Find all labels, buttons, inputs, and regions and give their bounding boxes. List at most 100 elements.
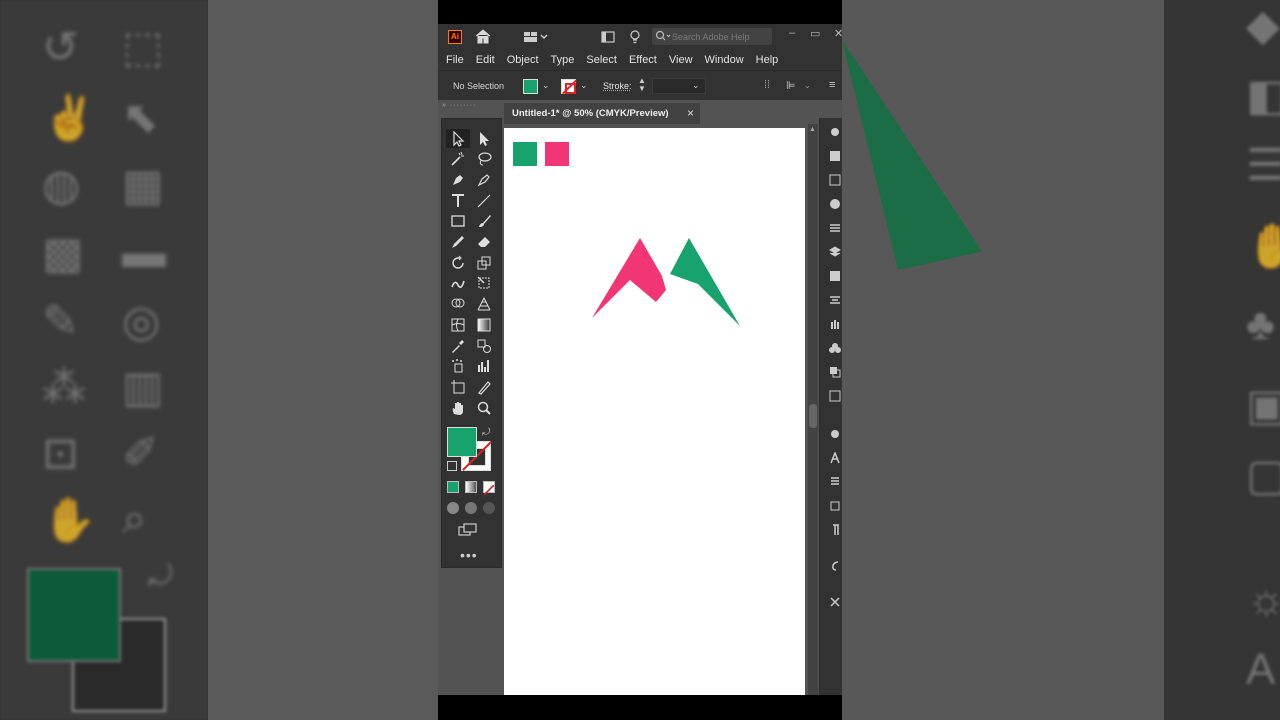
curvature-tool[interactable] (472, 170, 496, 189)
menu-select[interactable]: Select (586, 54, 617, 66)
align-panel-icon[interactable] (829, 294, 841, 306)
menu-view[interactable]: View (669, 54, 693, 66)
close-tab-icon[interactable]: × (687, 106, 694, 120)
scroll-up-icon[interactable]: ▲ (809, 126, 816, 133)
align-dropdown-icon[interactable]: ⌄ (804, 81, 811, 90)
menu-object[interactable]: Object (507, 54, 539, 66)
discover-lightbulb-icon[interactable] (628, 30, 642, 44)
scale-tool[interactable] (472, 253, 496, 272)
menu-help[interactable]: Help (756, 54, 779, 66)
color-guide-icon[interactable] (829, 198, 841, 210)
image-trace-icon[interactable] (829, 390, 841, 402)
fill-color-swatch[interactable] (523, 79, 538, 94)
puppet-warp-icon[interactable] (829, 318, 841, 330)
artboard-tool[interactable] (446, 377, 470, 396)
screen-mode-icon[interactable] (458, 523, 478, 537)
paintbrush-tool[interactable] (472, 212, 496, 231)
appearance-icon[interactable] (829, 428, 841, 440)
selection-tool[interactable] (446, 129, 470, 148)
help-search-box[interactable] (652, 28, 772, 45)
edit-toolbar-icon[interactable]: ••• (460, 547, 478, 563)
blend-tool[interactable] (472, 336, 496, 355)
hand-tool[interactable] (446, 398, 470, 417)
stroke-panel-icon[interactable] (829, 222, 841, 234)
pathfinder-icon[interactable] (829, 366, 841, 378)
minimize-icon[interactable]: – (789, 27, 795, 39)
magic-wand-tool[interactable] (446, 150, 470, 169)
align-icon[interactable]: ⁞⁞ (764, 79, 770, 91)
default-fill-stroke-icon[interactable] (447, 461, 457, 471)
draw-normal-icon[interactable] (447, 502, 459, 514)
column-graph-tool[interactable] (472, 357, 496, 376)
stroke-color-swatch[interactable] (561, 79, 576, 94)
layers-icon[interactable] (829, 246, 841, 258)
free-transform-tool[interactable] (472, 274, 496, 293)
fill-dropdown-chevron-icon[interactable]: ⌄ (542, 80, 550, 91)
menu-window[interactable]: Window (705, 54, 744, 66)
direct-selection-tool[interactable] (472, 129, 496, 148)
transparency-icon[interactable] (829, 270, 841, 282)
help-search-input[interactable] (672, 29, 770, 44)
draw-inside-icon[interactable] (483, 502, 495, 514)
stroke-weight-dropdown-icon[interactable]: ⌄ (692, 80, 700, 91)
green-swatch-square[interactable] (513, 142, 537, 166)
pencil-tool[interactable] (446, 233, 470, 252)
none-mode-icon[interactable] (483, 481, 495, 496)
pink-mountain-shape[interactable] (592, 238, 666, 318)
libraries-icon[interactable] (829, 150, 841, 162)
menu-effect[interactable]: Effect (629, 54, 657, 66)
symbol-sprayer-tool[interactable] (446, 357, 470, 376)
close-window-icon[interactable]: ✕ (834, 27, 843, 40)
fill-swatch[interactable] (447, 427, 477, 457)
slice-tool[interactable] (472, 377, 496, 396)
vertical-scrollbar[interactable]: ▲ (808, 124, 818, 695)
pen-tool[interactable] (446, 170, 470, 189)
character-icon[interactable] (829, 452, 841, 464)
document-tab[interactable]: Untitled-1* @ 50% (CMYK/Preview) × (504, 102, 700, 124)
scrollbar-thumb[interactable] (809, 404, 817, 428)
menu-type[interactable]: Type (551, 54, 575, 66)
opentype-icon[interactable] (829, 500, 841, 512)
lasso-tool[interactable] (472, 150, 496, 169)
paragraph-styles-icon[interactable] (829, 524, 841, 536)
mesh-tool[interactable] (446, 315, 470, 334)
pink-swatch-square[interactable] (545, 142, 569, 166)
zoom-tool[interactable] (472, 398, 496, 417)
artboards-icon[interactable] (829, 174, 841, 186)
stroke-weight-stepper-icon[interactable]: ▲ ▼ (638, 77, 646, 93)
arrange-documents-icon[interactable] (524, 30, 548, 44)
stroke-dropdown-chevron-icon[interactable]: ⌄ (580, 80, 588, 91)
green-mountain-shape[interactable] (670, 238, 740, 326)
color-mode-icon[interactable] (447, 481, 459, 493)
control-bar-menu-icon[interactable]: ≡ (829, 79, 835, 91)
asset-export-icon[interactable] (829, 596, 841, 608)
home-icon[interactable] (474, 28, 492, 44)
swap-fill-stroke-icon[interactable]: ⤾ (482, 427, 490, 438)
gradient-tool[interactable] (472, 315, 496, 334)
menu-file[interactable]: File (446, 54, 464, 66)
symbols-icon[interactable] (829, 342, 841, 354)
eraser-tool[interactable] (472, 233, 496, 252)
glyphs-icon[interactable] (829, 560, 841, 572)
perspective-grid-tool[interactable] (472, 295, 496, 314)
maximize-icon[interactable]: ▭ (810, 27, 820, 40)
share-panel-icon[interactable] (601, 30, 615, 44)
type-tool[interactable] (446, 191, 470, 210)
align-left-icon[interactable]: ⊫ (786, 79, 796, 92)
gradient-mode-icon[interactable] (465, 481, 477, 493)
paragraph-icon[interactable] (829, 476, 841, 488)
stroke-label[interactable]: Stroke: (603, 81, 632, 91)
properties-icon[interactable] (829, 126, 841, 138)
eyedropper-tool[interactable] (446, 336, 470, 355)
menu-edit[interactable]: Edit (476, 54, 495, 66)
line-segment-tool[interactable] (472, 191, 496, 210)
shape-builder-tool[interactable] (446, 295, 470, 314)
mountain-logo[interactable] (590, 234, 742, 328)
rotate-tool[interactable] (446, 253, 470, 272)
search-icon (655, 30, 671, 41)
artboard[interactable] (504, 128, 805, 695)
toolbar-collapse-icon[interactable]: » ········ (442, 102, 502, 112)
draw-behind-icon[interactable] (465, 502, 477, 514)
rectangle-tool[interactable] (446, 212, 470, 231)
warp-tool[interactable] (446, 274, 470, 293)
